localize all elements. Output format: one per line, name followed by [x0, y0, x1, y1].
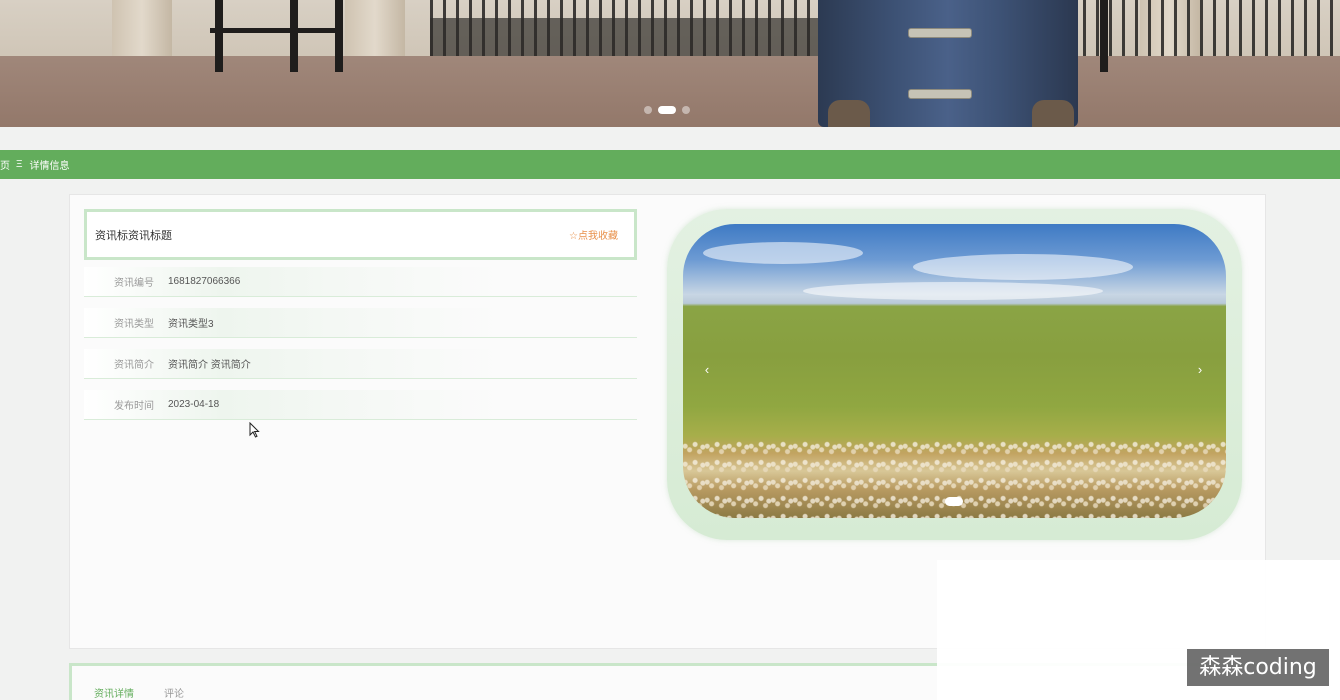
- tab-comments[interactable]: 评论: [164, 685, 184, 700]
- photo-cloud: [703, 242, 863, 264]
- detail-title-box: 资讯标资讯标题 ☆点我收藏: [84, 209, 637, 260]
- photo-cloud: [803, 282, 1103, 300]
- banner-railing-post: [215, 0, 223, 72]
- watermark: 森森coding: [1187, 649, 1329, 686]
- banner-coat-toggle: [908, 89, 972, 99]
- info-row-id: 资讯编号 1681827066366: [84, 267, 637, 297]
- breadcrumb-current: 详情信息: [29, 161, 70, 172]
- info-value: 资讯类型3: [168, 319, 214, 330]
- chevron-right-icon[interactable]: ›: [1192, 362, 1208, 378]
- info-row-summary: 资讯简介 资讯简介 资讯简介: [84, 349, 637, 379]
- tab-news-detail[interactable]: 资讯详情: [94, 685, 134, 700]
- banner-fence: [430, 0, 820, 56]
- breadcrumb-separator: Ξ: [16, 159, 23, 170]
- banner-dot-active[interactable]: [658, 105, 676, 114]
- info-label: 资讯类型: [114, 319, 154, 330]
- carousel-image[interactable]: [683, 224, 1226, 518]
- banner-coat-toggle: [908, 28, 972, 38]
- banner-fence: [1070, 0, 1340, 56]
- banner-hand: [1032, 100, 1074, 127]
- banner-hand: [828, 100, 870, 127]
- top-banner-carousel[interactable]: [0, 0, 1340, 127]
- info-label: 资讯编号: [114, 278, 154, 289]
- info-label: 发布时间: [114, 401, 154, 412]
- banner-pagination: [644, 105, 690, 114]
- photo-flowers: [683, 439, 1226, 518]
- chevron-left-icon[interactable]: ‹: [699, 362, 715, 378]
- breadcrumb-home-link[interactable]: 页: [0, 157, 10, 172]
- banner-railing-bar: [210, 28, 340, 33]
- info-row-publish-time: 发布时间 2023-04-18: [84, 390, 637, 420]
- info-value: 资讯简介 资讯简介: [168, 360, 251, 371]
- mouse-cursor-icon: [249, 422, 260, 438]
- info-row-type: 资讯类型 资讯类型3: [84, 308, 637, 338]
- banner-railing-post: [290, 0, 298, 72]
- banner-dot[interactable]: [644, 105, 652, 114]
- photo-cloud: [913, 254, 1133, 280]
- info-label: 资讯简介: [114, 360, 154, 371]
- banner-pillar: [345, 0, 405, 62]
- favorite-button[interactable]: ☆点我收藏: [569, 227, 618, 242]
- banner-road: [0, 56, 1340, 127]
- carousel-dot-active[interactable]: [945, 497, 963, 506]
- banner-pillar: [112, 0, 172, 62]
- breadcrumb: 页 Ξ 详情信息: [0, 150, 1340, 179]
- banner-railing-post: [1100, 0, 1108, 72]
- banner-railing-post: [335, 0, 343, 72]
- banner-dot[interactable]: [682, 105, 690, 114]
- page-title: 资讯标资讯标题: [95, 229, 172, 242]
- info-value: 1681827066366: [168, 276, 241, 287]
- info-value: 2023-04-18: [168, 399, 220, 410]
